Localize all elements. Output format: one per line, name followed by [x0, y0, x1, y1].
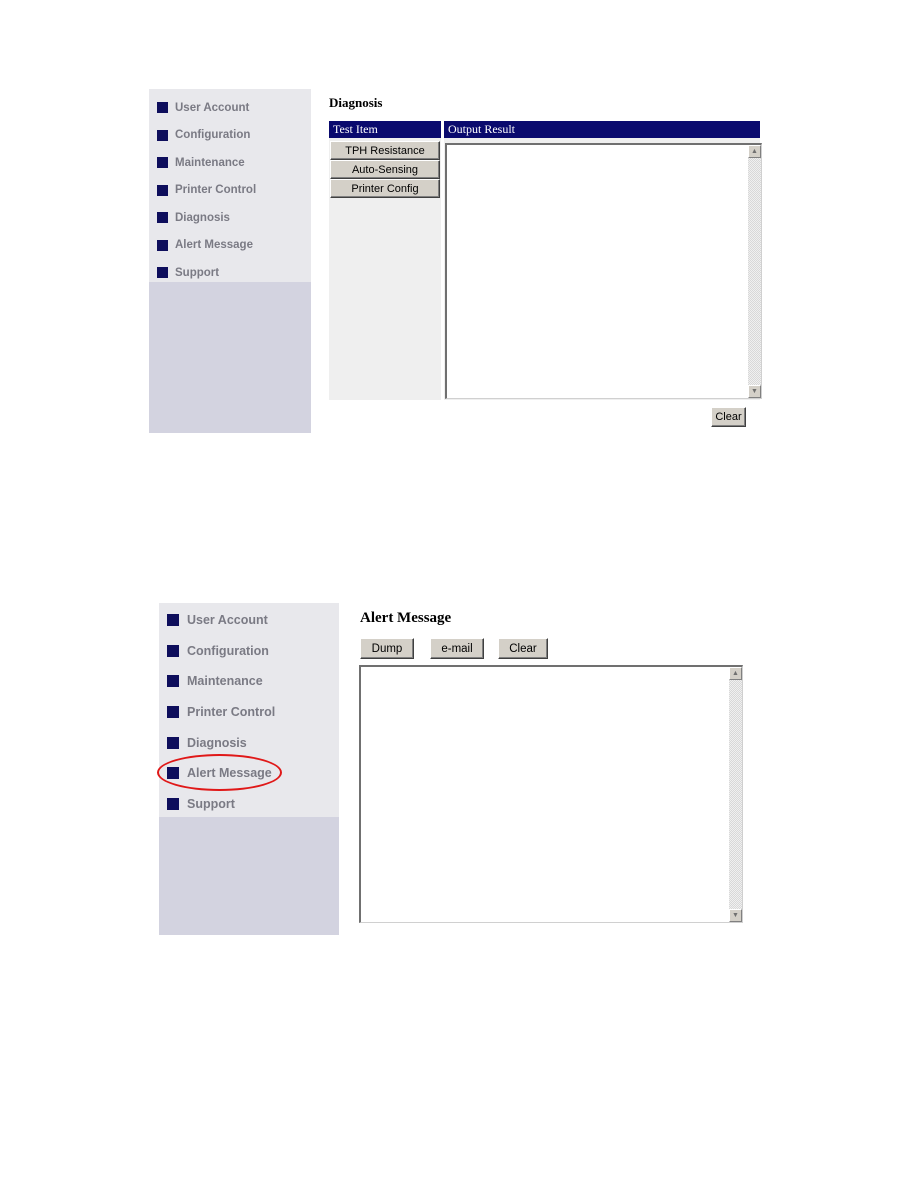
auto-sensing-button[interactable]: Auto-Sensing	[330, 160, 440, 179]
output-result-textarea[interactable]: ▲ ▼	[445, 143, 762, 399]
page-title-alert-message: Alert Message	[360, 610, 452, 626]
sidebar-item-user-account[interactable]: User Account	[149, 94, 311, 122]
dump-button[interactable]: Dump	[360, 638, 414, 659]
output-result-header: Output Result	[444, 121, 760, 138]
square-bullet-icon	[167, 797, 179, 810]
sidebar-item-label: Diagnosis	[175, 211, 230, 224]
sidebar-item-label: Diagnosis	[187, 735, 247, 750]
sidebar-item-label: Maintenance	[187, 674, 263, 689]
square-bullet-icon	[157, 102, 168, 114]
sidebar-item-diagnosis[interactable]: Diagnosis	[159, 727, 339, 758]
square-bullet-icon	[157, 267, 168, 279]
sidebar-item-user-account[interactable]: User Account	[159, 605, 339, 636]
sidebar-item-maintenance[interactable]: Maintenance	[149, 149, 311, 177]
sidebar-item-label: Configuration	[187, 643, 269, 658]
square-bullet-icon	[167, 644, 179, 657]
square-bullet-icon	[167, 706, 179, 719]
alert-message-textarea[interactable]: ▲ ▼	[359, 665, 743, 923]
scroll-down-icon[interactable]: ▼	[748, 385, 761, 398]
scroll-up-icon[interactable]: ▲	[748, 145, 761, 158]
sidebar-filler	[159, 817, 339, 935]
clear-alert-button[interactable]: Clear	[498, 638, 548, 659]
sidebar-nav-diagnosis-panel: User Account Configuration Maintenance P…	[149, 89, 311, 433]
sidebar-item-diagnosis[interactable]: Diagnosis	[149, 204, 311, 232]
sidebar-item-label: Printer Control	[175, 184, 257, 197]
sidebar-item-label: Configuration	[175, 129, 251, 142]
square-bullet-icon	[167, 675, 179, 688]
square-bullet-icon	[167, 614, 179, 627]
sidebar-item-label: Maintenance	[175, 156, 245, 169]
test-item-header: Test Item	[329, 121, 441, 138]
printer-config-button[interactable]: Printer Config	[330, 179, 440, 198]
sidebar-item-label: User Account	[187, 613, 268, 628]
sidebar-nav-alert-panel: User Account Configuration Maintenance P…	[159, 603, 339, 935]
square-bullet-icon	[157, 129, 168, 141]
sidebar-item-alert-message[interactable]: Alert Message	[159, 758, 339, 789]
test-item-column: TPH Resistance Auto-Sensing Printer Conf…	[329, 138, 441, 400]
sidebar-item-label: Alert Message	[175, 239, 253, 252]
sidebar-item-alert-message[interactable]: Alert Message	[149, 232, 311, 260]
sidebar-item-label: Support	[175, 266, 220, 279]
sidebar-item-printer-control[interactable]: Printer Control	[159, 697, 339, 728]
sidebar-item-label: User Account	[175, 101, 250, 114]
sidebar-item-printer-control[interactable]: Printer Control	[149, 177, 311, 205]
square-bullet-icon	[167, 736, 179, 749]
sidebar-item-label: Support	[187, 796, 235, 811]
square-bullet-icon	[157, 157, 168, 169]
sidebar-item-support[interactable]: Support	[159, 789, 339, 820]
sidebar-filler	[149, 282, 311, 433]
vertical-scrollbar[interactable]: ▲ ▼	[729, 667, 742, 922]
square-bullet-icon	[157, 239, 168, 251]
sidebar-item-maintenance[interactable]: Maintenance	[159, 666, 339, 697]
sidebar-item-configuration[interactable]: Configuration	[159, 636, 339, 667]
square-bullet-icon	[157, 212, 168, 224]
vertical-scrollbar[interactable]: ▲ ▼	[748, 145, 761, 398]
email-button[interactable]: e-mail	[430, 638, 484, 659]
square-bullet-icon	[167, 767, 179, 780]
square-bullet-icon	[157, 184, 168, 196]
page-title-diagnosis: Diagnosis	[329, 95, 383, 110]
scroll-down-icon[interactable]: ▼	[729, 909, 742, 922]
sidebar-item-label: Printer Control	[187, 705, 276, 720]
clear-output-button[interactable]: Clear	[711, 407, 746, 427]
sidebar-item-label: Alert Message	[187, 766, 272, 781]
nav-list: User Account Configuration Maintenance P…	[149, 89, 311, 287]
nav-list: User Account Configuration Maintenance P…	[159, 603, 339, 819]
sidebar-item-configuration[interactable]: Configuration	[149, 122, 311, 150]
tph-resistance-button[interactable]: TPH Resistance	[330, 141, 440, 160]
scroll-up-icon[interactable]: ▲	[729, 667, 742, 680]
